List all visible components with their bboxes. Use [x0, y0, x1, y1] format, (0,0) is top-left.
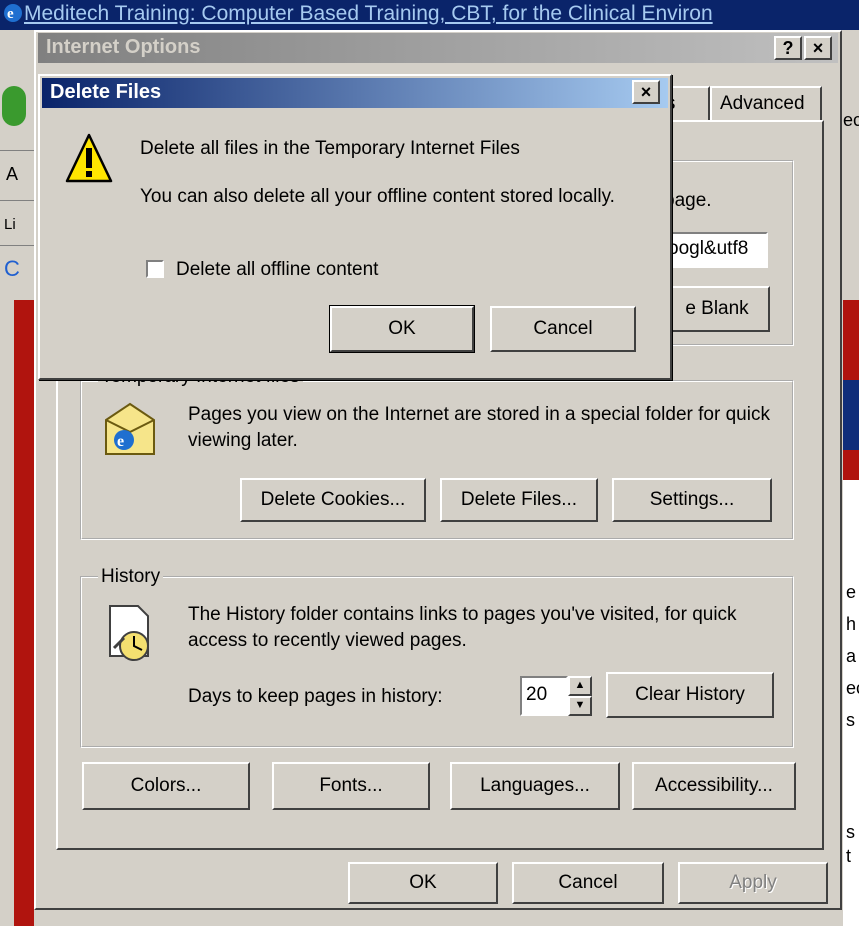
dialog-cancel-button[interactable]: Cancel [490, 306, 636, 352]
delete-cookies-button[interactable]: Delete Cookies... [240, 478, 426, 522]
browser-title-bar: e Meditech Training: Computer Based Trai… [0, 0, 859, 30]
delete-files-sub-message: You can also delete all your offline con… [140, 186, 615, 207]
temp-files-folder-icon: e [105, 402, 155, 455]
toolbar-divider [0, 150, 34, 151]
toolbar-divider [0, 245, 34, 246]
help-button[interactable]: ? [774, 36, 802, 60]
history-icon [109, 605, 149, 661]
page-letter: e [846, 582, 857, 602]
history-description: The History folder contains links to pag… [188, 604, 737, 651]
delete-offline-content-checkbox[interactable] [146, 260, 164, 278]
page-letter: ec [843, 110, 859, 130]
spinner-down-icon[interactable]: ▼ [568, 696, 592, 716]
page-letter: a [846, 646, 857, 666]
days-label: Days to keep pages in history: [188, 686, 443, 707]
use-blank-button[interactable]: e Blank [664, 286, 770, 332]
apply-button[interactable]: Apply [678, 862, 828, 904]
toolbar-divider [0, 200, 34, 201]
toolbar-letter: C [4, 256, 20, 281]
page-letter: s [846, 710, 855, 730]
history-legend: History [98, 566, 164, 588]
delete-files-title: Delete Files [50, 81, 162, 103]
page-letter: h [846, 614, 857, 634]
cancel-button[interactable]: Cancel [512, 862, 664, 904]
page-content-red [14, 300, 34, 926]
dialog-close-button[interactable]: × [632, 80, 660, 104]
languages-button[interactable]: Languages... [450, 762, 620, 810]
page-letter: ec [846, 678, 859, 698]
close-button[interactable]: × [804, 36, 832, 60]
browser-title: Meditech Training: Computer Based Traini… [24, 2, 713, 25]
settings-button[interactable]: Settings... [612, 478, 772, 522]
svg-text:e: e [117, 433, 124, 450]
delete-files-button[interactable]: Delete Files... [440, 478, 598, 522]
toolbar-letter: Li [4, 216, 16, 233]
tab-advanced[interactable]: Advanced [710, 86, 822, 122]
internet-options-title-bar: Internet Options [38, 33, 838, 63]
delete-files-message: Delete all files in the Temporary Intern… [140, 138, 520, 159]
spinner-up-icon[interactable]: ▲ [568, 676, 592, 696]
page-content-blue-right [843, 380, 859, 450]
svg-text:e: e [7, 6, 14, 22]
warning-icon [65, 133, 113, 183]
back-button-partial[interactable] [2, 86, 26, 126]
temp-files-description: Pages you view on the Internet are store… [188, 404, 770, 451]
colors-button[interactable]: Colors... [82, 762, 250, 810]
fonts-button[interactable]: Fonts... [272, 762, 430, 810]
page-letter: t [846, 846, 852, 866]
window-title: Internet Options [46, 36, 201, 58]
clear-history-button[interactable]: Clear History [606, 672, 774, 718]
dialog-ok-button[interactable]: OK [329, 305, 475, 353]
ie-icon: e [4, 4, 22, 22]
ok-button[interactable]: OK [348, 862, 498, 904]
delete-files-title-bar: Delete Files [42, 78, 668, 108]
page-letter: s [846, 822, 855, 842]
days-to-keep-input[interactable]: 20 [520, 676, 568, 716]
home-page-address-input[interactable]: oogl&utf8 [664, 232, 768, 268]
toolbar-letter: A [6, 164, 19, 184]
accessibility-button[interactable]: Accessibility... [632, 762, 796, 810]
delete-offline-content-label: Delete all offline content [176, 259, 379, 280]
